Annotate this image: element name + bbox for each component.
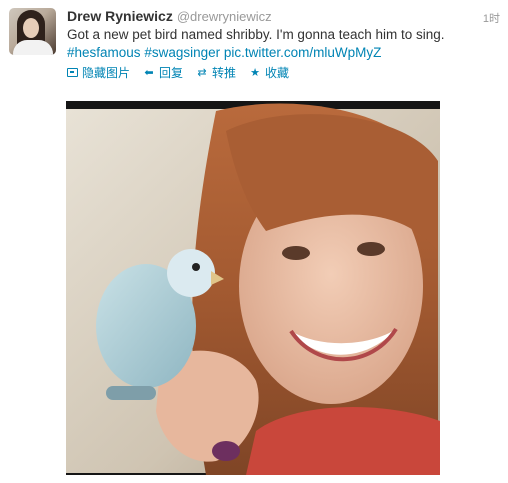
hashtag-link[interactable]: #swagsinger: [144, 45, 220, 60]
retweet-button[interactable]: ⇄ 转推: [196, 64, 236, 81]
star-icon: ★: [250, 66, 260, 79]
avatar-face: [23, 18, 39, 38]
author-username[interactable]: @drewryniewicz: [177, 9, 272, 24]
hide-media-button[interactable]: 隐藏图片: [67, 64, 130, 81]
tweet-header: Drew Ryniewicz @drewryniewicz: [67, 8, 272, 24]
reply-button[interactable]: ⬅ 回复: [143, 64, 183, 81]
hashtag-link[interactable]: #hesfamous: [67, 45, 141, 60]
reply-label: 回复: [159, 66, 184, 80]
tweet-timestamp[interactable]: 1时: [483, 10, 500, 26]
pic-link[interactable]: pic.twitter.com/mluWpMyZ: [224, 45, 382, 60]
favorite-label: 收藏: [265, 66, 290, 80]
favorite-button[interactable]: ★ 收藏: [249, 64, 289, 81]
avatar-shirt: [13, 40, 53, 55]
tweet-text: Got a new pet bird named shribby. I'm go…: [67, 26, 497, 62]
author-fullname[interactable]: Drew Ryniewicz: [67, 8, 173, 24]
hide-media-label: 隐藏图片: [82, 66, 131, 80]
tweet-card: Drew Ryniewicz @drewryniewicz 1时 Got a n…: [0, 0, 508, 483]
tweet-photo-image: [66, 101, 440, 475]
retweet-icon: ⇄: [197, 66, 207, 79]
tweet-actions: 隐藏图片 ⬅ 回复 ⇄ 转推 ★ 收藏: [67, 64, 302, 81]
reply-arrow-icon: ⬅: [144, 66, 154, 79]
tweet-photo[interactable]: [66, 101, 440, 475]
media-icon: [67, 68, 78, 77]
avatar[interactable]: [9, 8, 56, 55]
retweet-label: 转推: [212, 66, 237, 80]
tweet-text-body: Got a new pet bird named shribby. I'm go…: [67, 27, 445, 42]
